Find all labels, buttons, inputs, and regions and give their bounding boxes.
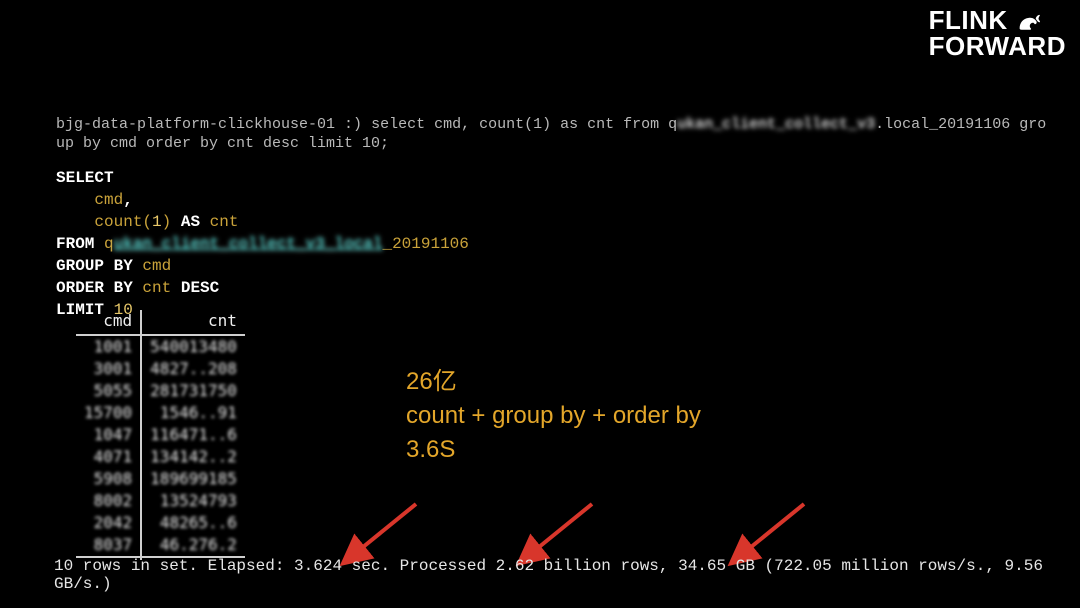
cell-cmd: 15700 (76, 402, 141, 424)
cell-cmd: 8037 (76, 534, 141, 557)
table-row: 5055281731750 (76, 380, 245, 402)
table-row: 157001546..91 (76, 402, 245, 424)
sql-count-open: count( (94, 213, 152, 231)
cell-cnt: 134142..2 (141, 446, 245, 468)
cell-cmd: 3001 (76, 358, 141, 380)
sql-tblpost: _20191106 (382, 235, 468, 253)
table-row: 5908189699185 (76, 468, 245, 490)
result-table: cmd cnt 100154001348030014827..208505528… (76, 310, 245, 560)
cell-cnt: 116471..6 (141, 424, 245, 446)
sql-alias: cnt (210, 213, 239, 231)
sql-orderby: ORDER BY (56, 279, 133, 297)
callout-line1: 26亿 (406, 365, 701, 399)
cell-cnt: 189699185 (141, 468, 245, 490)
cell-cmd: 5055 (76, 380, 141, 402)
table-row: 1047116471..6 (76, 424, 245, 446)
cell-cnt: 13524793 (141, 490, 245, 512)
cell-cnt: 1546..91 (141, 402, 245, 424)
prompt-query-obf: ukan_client_collect_v3 (677, 116, 875, 133)
table-row: 1001540013480 (76, 335, 245, 358)
brand-logo: FLINK FORWARD (929, 6, 1066, 59)
sql-select: SELECT (56, 169, 114, 187)
cell-cmd: 8002 (76, 490, 141, 512)
sql-tblobf: ukan_client_collect_v3_local (114, 235, 383, 253)
cell-cmd: 2042 (76, 512, 141, 534)
table-row: 4071134142..2 (76, 446, 245, 468)
cell-cnt: 540013480 (141, 335, 245, 358)
sql-one: 1 (152, 213, 162, 231)
brand-line1: FLINK (929, 8, 1008, 33)
table-row: 803746.276.2 (76, 534, 245, 557)
sql-count-close: ) (162, 213, 172, 231)
callout-line3: 3.6S (406, 433, 701, 467)
sql-alias2: cnt (142, 279, 171, 297)
cell-cnt: 48265..6 (141, 512, 245, 534)
annotation-callout: 26亿 count + group by + order by 3.6S (406, 365, 701, 467)
sql-col1: cmd (94, 191, 123, 209)
cell-cmd: 1001 (76, 335, 141, 358)
squirrel-icon (1014, 6, 1042, 34)
cell-cnt: 46.276.2 (141, 534, 245, 557)
prompt-host: bjg-data-platform-clickhouse-01 :) (56, 116, 371, 133)
sql-groupby: GROUP BY (56, 257, 133, 275)
cell-cmd: 1047 (76, 424, 141, 446)
prompt-query-pre: select cmd, count(1) as cnt from q (371, 116, 677, 133)
callout-line2: count + group by + order by (406, 399, 701, 433)
sql-desc: DESC (181, 279, 219, 297)
prompt-query-post1: .local_20191106 gro (875, 116, 1046, 133)
cell-cnt: 281731750 (141, 380, 245, 402)
sql-col1b: cmd (142, 257, 171, 275)
brand-line2: FORWARD (929, 34, 1066, 59)
cell-cmd: 4071 (76, 446, 141, 468)
table-row: 800213524793 (76, 490, 245, 512)
table-row: 30014827..208 (76, 358, 245, 380)
cell-cnt: 4827..208 (141, 358, 245, 380)
th-cmd: cmd (76, 310, 141, 335)
sql-from: FROM (56, 235, 94, 253)
sql-tblpre: q (104, 235, 114, 253)
sql-as: AS (181, 213, 200, 231)
status-line: 10 rows in set. Elapsed: 3.624 sec. Proc… (54, 557, 1068, 593)
table-row: 204248265..6 (76, 512, 245, 534)
cell-cmd: 5908 (76, 468, 141, 490)
th-cnt: cnt (141, 310, 245, 335)
